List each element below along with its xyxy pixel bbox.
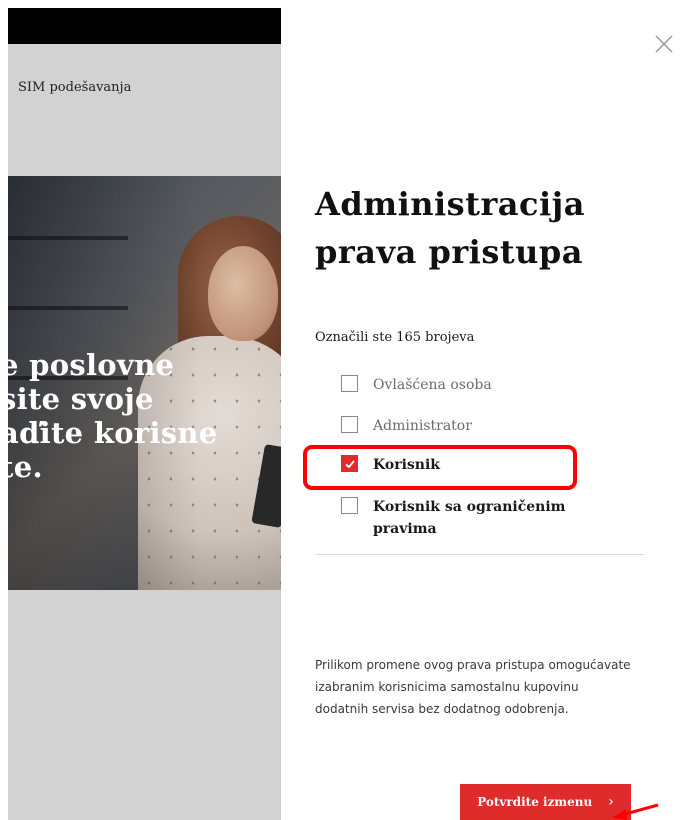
info-text: Prilikom promene ovog prava pristupa omo…	[315, 658, 631, 716]
option-restricted-user[interactable]: Korisnik sa ograničenim pravima	[341, 496, 581, 540]
checkbox[interactable]	[341, 416, 358, 433]
selected-count: Označili ste 165 brojeva	[315, 330, 475, 345]
top-bar	[8, 8, 281, 44]
option-label: Administrator	[373, 418, 472, 434]
annotation-highlight	[303, 445, 577, 490]
sim-settings-label: SIM podešavanja	[18, 80, 132, 95]
close-icon[interactable]	[652, 32, 676, 56]
divider	[315, 554, 644, 555]
hero-image: e poslovne site svoje aďite korisne te.	[8, 176, 281, 590]
hero-headline: e poslovne site svoje aďite korisne te.	[8, 348, 218, 484]
option-label: Ovlašćena osoba	[373, 377, 492, 393]
option-administrator[interactable]: Administrator	[341, 415, 472, 437]
dialog-title: Administracija prava pristupa	[315, 185, 585, 271]
checkbox[interactable]	[341, 375, 358, 392]
option-authorized-person[interactable]: Ovlašćena osoba	[341, 374, 492, 396]
checkbox[interactable]	[341, 497, 358, 514]
confirm-label: Potvrdite izmenu	[477, 795, 593, 809]
option-label: Korisnik sa ograničenim pravima	[373, 499, 566, 537]
annotation-arrow-icon	[612, 803, 659, 820]
